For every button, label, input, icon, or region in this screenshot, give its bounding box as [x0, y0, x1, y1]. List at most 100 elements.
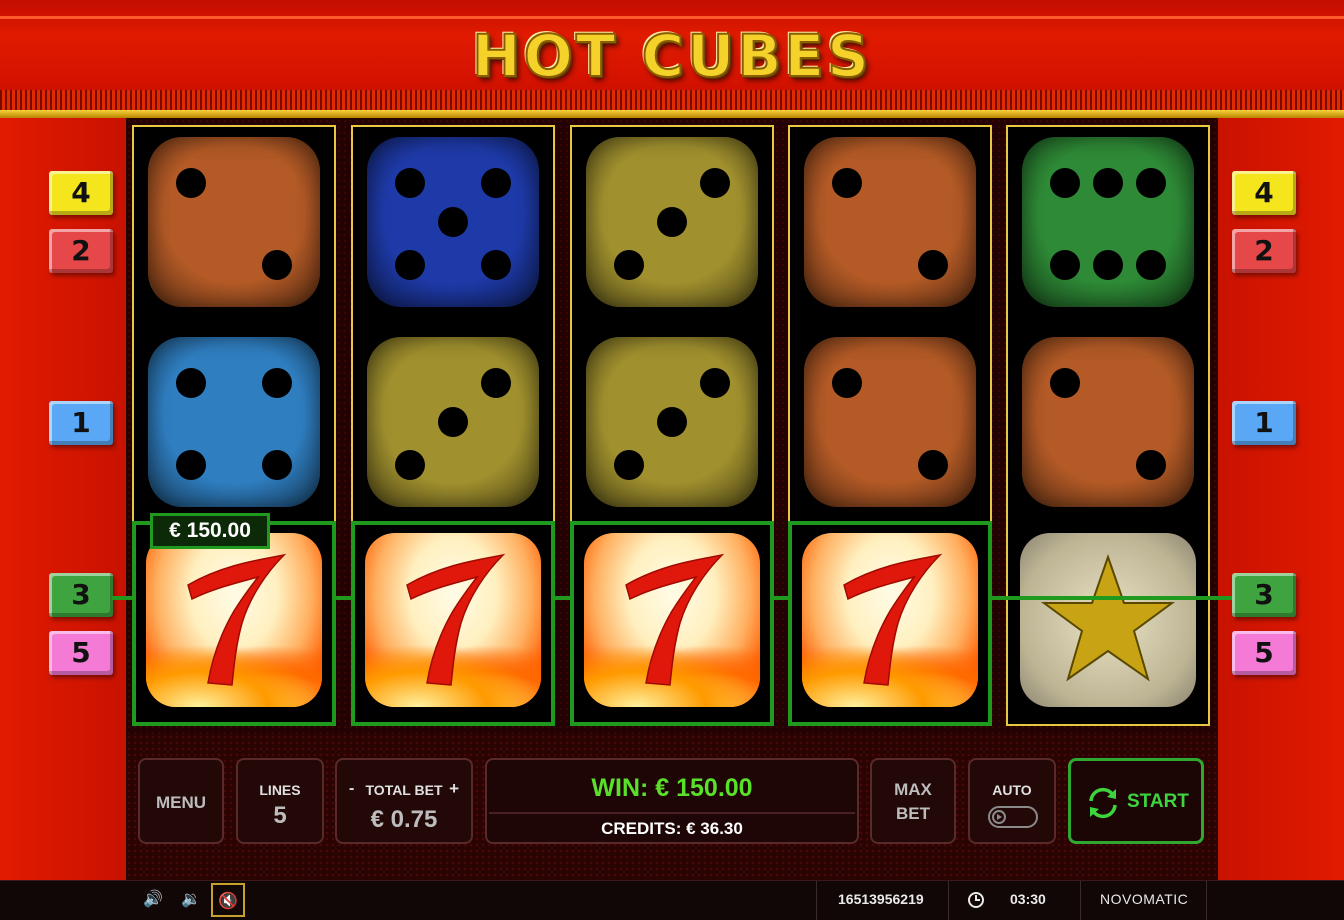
- die-symbol: [804, 337, 976, 507]
- status-bar: 🔊 🔉 🔇 16513956219 03:30 NOVOMATIC: [0, 880, 1344, 920]
- die-pip: [438, 207, 468, 237]
- sound-high-icon[interactable]: 🔊: [136, 883, 170, 917]
- header-top-line: [0, 16, 1344, 19]
- max-bet-label-line2: BET: [896, 804, 930, 823]
- die-pip: [1050, 367, 1080, 398]
- die-symbol: [148, 337, 320, 507]
- reel-cell: [363, 133, 543, 309]
- toggle-switch-icon: [988, 806, 1038, 828]
- die-pip: [262, 449, 292, 480]
- reel-cell: [582, 333, 762, 509]
- menu-button[interactable]: MENU: [138, 758, 224, 844]
- reel-cell: [582, 133, 762, 309]
- reel: [1006, 125, 1210, 726]
- die-pip: [614, 249, 644, 280]
- clock-icon: [968, 892, 984, 908]
- die-symbol: [1022, 137, 1194, 307]
- payline-badge-right: 3: [1232, 573, 1296, 617]
- die-pip: [832, 367, 862, 398]
- die-pip: [1136, 449, 1166, 480]
- die-pip: [481, 367, 511, 398]
- line-win-tag: € 150.00: [150, 513, 270, 549]
- mute-icon[interactable]: 🔇: [211, 883, 245, 917]
- reel-cell: [144, 133, 324, 309]
- payline-3-segment: [992, 596, 1232, 600]
- die-pip: [832, 167, 862, 198]
- payline-badge-right: 5: [1232, 631, 1296, 675]
- menu-button-label: MENU: [155, 793, 207, 812]
- refresh-icon: [1089, 787, 1117, 819]
- winning-symbol-highlight: [132, 521, 336, 726]
- die-pip: [918, 449, 948, 480]
- status-separator: [816, 881, 817, 920]
- die-pip: [481, 167, 511, 198]
- total-bet-control: - TOTAL BET + € 0.75: [335, 758, 473, 844]
- credits-amount: CREDITS: € 36.30: [601, 819, 743, 838]
- lines-label: LINES: [259, 782, 301, 798]
- die-pip: [657, 207, 687, 237]
- session-id: 16513956219: [838, 891, 924, 907]
- die-symbol: [367, 337, 539, 507]
- payline-badge-left: 3: [49, 573, 113, 617]
- payline-badge-left: 5: [49, 631, 113, 675]
- die-pip: [262, 367, 292, 398]
- winning-symbol-highlight: [570, 521, 774, 726]
- reel-cell: [144, 333, 324, 509]
- payline-3-segment: [112, 596, 132, 600]
- win-amount: WIN: € 150.00: [591, 774, 753, 802]
- win-credits-display: WIN: € 150.00 CREDITS: € 36.30: [485, 758, 859, 844]
- die-pip: [1093, 249, 1123, 280]
- die-pip: [1136, 249, 1166, 280]
- reels-area: [112, 118, 1232, 734]
- die-symbol: [367, 137, 539, 307]
- die-pip: [438, 407, 468, 437]
- payline-3-segment: [555, 596, 570, 600]
- header-stripes: [0, 90, 1344, 110]
- die-pip: [176, 449, 206, 480]
- die-pip: [700, 367, 730, 398]
- start-spin-button[interactable]: START: [1068, 758, 1204, 844]
- payline-badge-left: 4: [49, 171, 113, 215]
- die-pip: [1050, 167, 1080, 198]
- status-separator: [1206, 881, 1207, 920]
- max-bet-label-line1: MAX: [894, 780, 932, 799]
- payline-badge-right: 1: [1232, 401, 1296, 445]
- auto-play-toggle[interactable]: AUTO: [968, 758, 1056, 844]
- die-symbol: [1022, 337, 1194, 507]
- die-pip: [1093, 167, 1123, 198]
- die-pip: [176, 167, 206, 198]
- status-separator: [948, 881, 949, 920]
- start-label: START: [1127, 791, 1189, 812]
- reel-cell: [800, 333, 980, 509]
- star-icon: [1040, 553, 1176, 682]
- reel-cell: [800, 133, 980, 309]
- game-title: HOT CUBES: [471, 21, 872, 91]
- header-gold-line: [0, 110, 1344, 118]
- sound-low-icon[interactable]: 🔉: [174, 883, 208, 917]
- die-pip: [657, 407, 687, 437]
- lines-value: 5: [273, 802, 287, 829]
- reel-cell: [1018, 531, 1198, 707]
- payline-3-segment: [773, 596, 788, 600]
- die-pip: [1136, 167, 1166, 198]
- reel-cell: [363, 333, 543, 509]
- die-symbol: [148, 137, 320, 307]
- payline-badge-left: 1: [49, 401, 113, 445]
- reel-cell: [1018, 133, 1198, 309]
- winning-symbol-highlight: [351, 521, 555, 726]
- star-symbol: [1020, 533, 1196, 707]
- win-credits-divider: [489, 812, 855, 814]
- payline-badge-right: 2: [1232, 229, 1296, 273]
- total-bet-plus-button[interactable]: +: [449, 779, 459, 799]
- max-bet-button[interactable]: MAX BET: [870, 758, 956, 844]
- control-bar: MENU LINES 5 - TOTAL BET + € 0.75 WIN: €…: [126, 734, 1218, 880]
- die-pip: [918, 249, 948, 280]
- lines-selector[interactable]: LINES 5: [236, 758, 324, 844]
- clock-time: 03:30: [1010, 891, 1046, 907]
- die-pip: [262, 249, 292, 280]
- winning-symbol-highlight: [788, 521, 992, 726]
- die-pip: [614, 449, 644, 480]
- payline-badge-left: 2: [49, 229, 113, 273]
- die-symbol: [586, 137, 758, 307]
- payline-badge-right: 4: [1232, 171, 1296, 215]
